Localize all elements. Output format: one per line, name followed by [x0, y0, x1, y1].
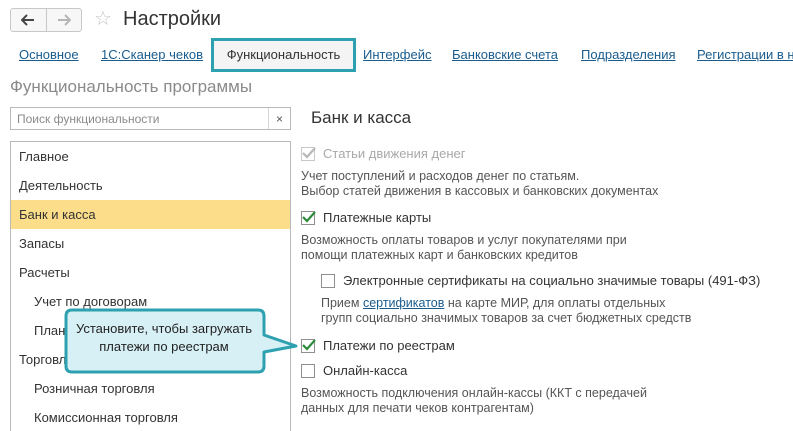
list-item-retail-trade[interactable]: Розничная торговля: [11, 374, 290, 403]
tab-interface[interactable]: Интерфейс: [363, 38, 431, 72]
movement-items-desc-1: Учет поступлений и расходов денег по ста…: [301, 169, 580, 183]
forward-button[interactable]: [45, 9, 82, 31]
tab-departments[interactable]: Подразделения: [581, 38, 676, 72]
search-box: ×: [10, 107, 291, 130]
search-input[interactable]: [11, 108, 267, 129]
movement-items-label: Статьи движения денег: [323, 146, 466, 161]
list-item-bank-cash[interactable]: Банк и касса: [11, 200, 290, 229]
movement-items-desc-2: Выбор статей движения в кассовых и банко…: [301, 184, 659, 198]
e-certificates-desc-2: групп социально значимых товаров за счет…: [321, 311, 692, 325]
section-title: Функциональность программы: [10, 77, 253, 96]
movement-items-checkbox[interactable]: [301, 146, 316, 161]
online-cash-desc-1: Возможность подключения онлайн-кассы (КК…: [301, 386, 647, 400]
tab-functionality[interactable]: Функциональность: [211, 38, 356, 72]
tab-registrations[interactable]: Регистрации в н: [697, 38, 793, 72]
option-payment-cards[interactable]: Платежные карты: [301, 210, 431, 225]
tab-receipt-scanner[interactable]: 1С:Сканер чеков: [101, 38, 203, 72]
tab-bank-accounts[interactable]: Банковские счета: [452, 38, 558, 72]
payment-cards-label: Платежные карты: [323, 210, 432, 225]
list-item-inventory[interactable]: Запасы: [11, 229, 290, 258]
checkmark-icon: [302, 210, 316, 223]
payment-cards-desc-2: помощи платежных карт и банковских креди…: [301, 248, 578, 262]
list-item-contract-accounting[interactable]: Учет по договорам: [11, 287, 290, 316]
hint-callout-text: Установите, чтобы загружать платежи по р…: [75, 321, 252, 354]
forward-arrow-icon: [57, 14, 71, 26]
e-certificates-desc-1: Прием сертификатов на карте МИР, для опл…: [321, 296, 666, 310]
registry-payments-checkbox[interactable]: [301, 338, 316, 353]
checkmark-icon: [302, 338, 316, 351]
option-registry-payments[interactable]: Платежи по реестрам: [301, 338, 455, 353]
checkmark-icon: [302, 146, 316, 159]
clear-icon[interactable]: ×: [268, 108, 290, 129]
list-item-main[interactable]: Главное: [11, 142, 290, 171]
star-icon[interactable]: ☆: [94, 6, 112, 30]
payment-cards-checkbox[interactable]: [301, 210, 316, 225]
list-item-activity[interactable]: Деятельность: [11, 171, 290, 200]
online-cash-checkbox[interactable]: [301, 363, 315, 378]
option-e-certificates[interactable]: Электронные сертификаты на социально зна…: [321, 273, 760, 288]
option-movement-items[interactable]: Статьи движения денег: [301, 146, 465, 161]
back-arrow-icon: [21, 14, 35, 26]
tab-bar: Основное 1С:Сканер чеков Функциональност…: [0, 38, 793, 72]
history-nav: [10, 8, 82, 32]
back-button[interactable]: [11, 9, 46, 31]
option-online-cash[interactable]: Онлайн-касса: [301, 363, 407, 378]
e-certificates-checkbox[interactable]: [321, 273, 335, 288]
online-cash-label: Онлайн-касса: [323, 363, 408, 378]
sections-list: Главное Деятельность Банк и касса Запасы…: [10, 141, 291, 431]
window-title: Настройки: [123, 8, 222, 30]
payment-cards-desc-1: Возможность оплаты товаров и услуг покуп…: [301, 233, 627, 247]
tab-main[interactable]: Основное: [19, 38, 79, 72]
online-cash-desc-2: данных для печати чеков контрагентам): [301, 401, 534, 415]
e-certificates-label: Электронные сертификаты на социально зна…: [343, 273, 761, 288]
list-item-settlements[interactable]: Расчеты: [11, 258, 290, 287]
list-item-commission-trade[interactable]: Комиссионная торговля: [11, 403, 290, 431]
certificates-link[interactable]: сертификатов: [363, 296, 444, 310]
panel-title: Банк и касса: [311, 108, 412, 127]
registry-payments-label: Платежи по реестрам: [323, 338, 455, 353]
